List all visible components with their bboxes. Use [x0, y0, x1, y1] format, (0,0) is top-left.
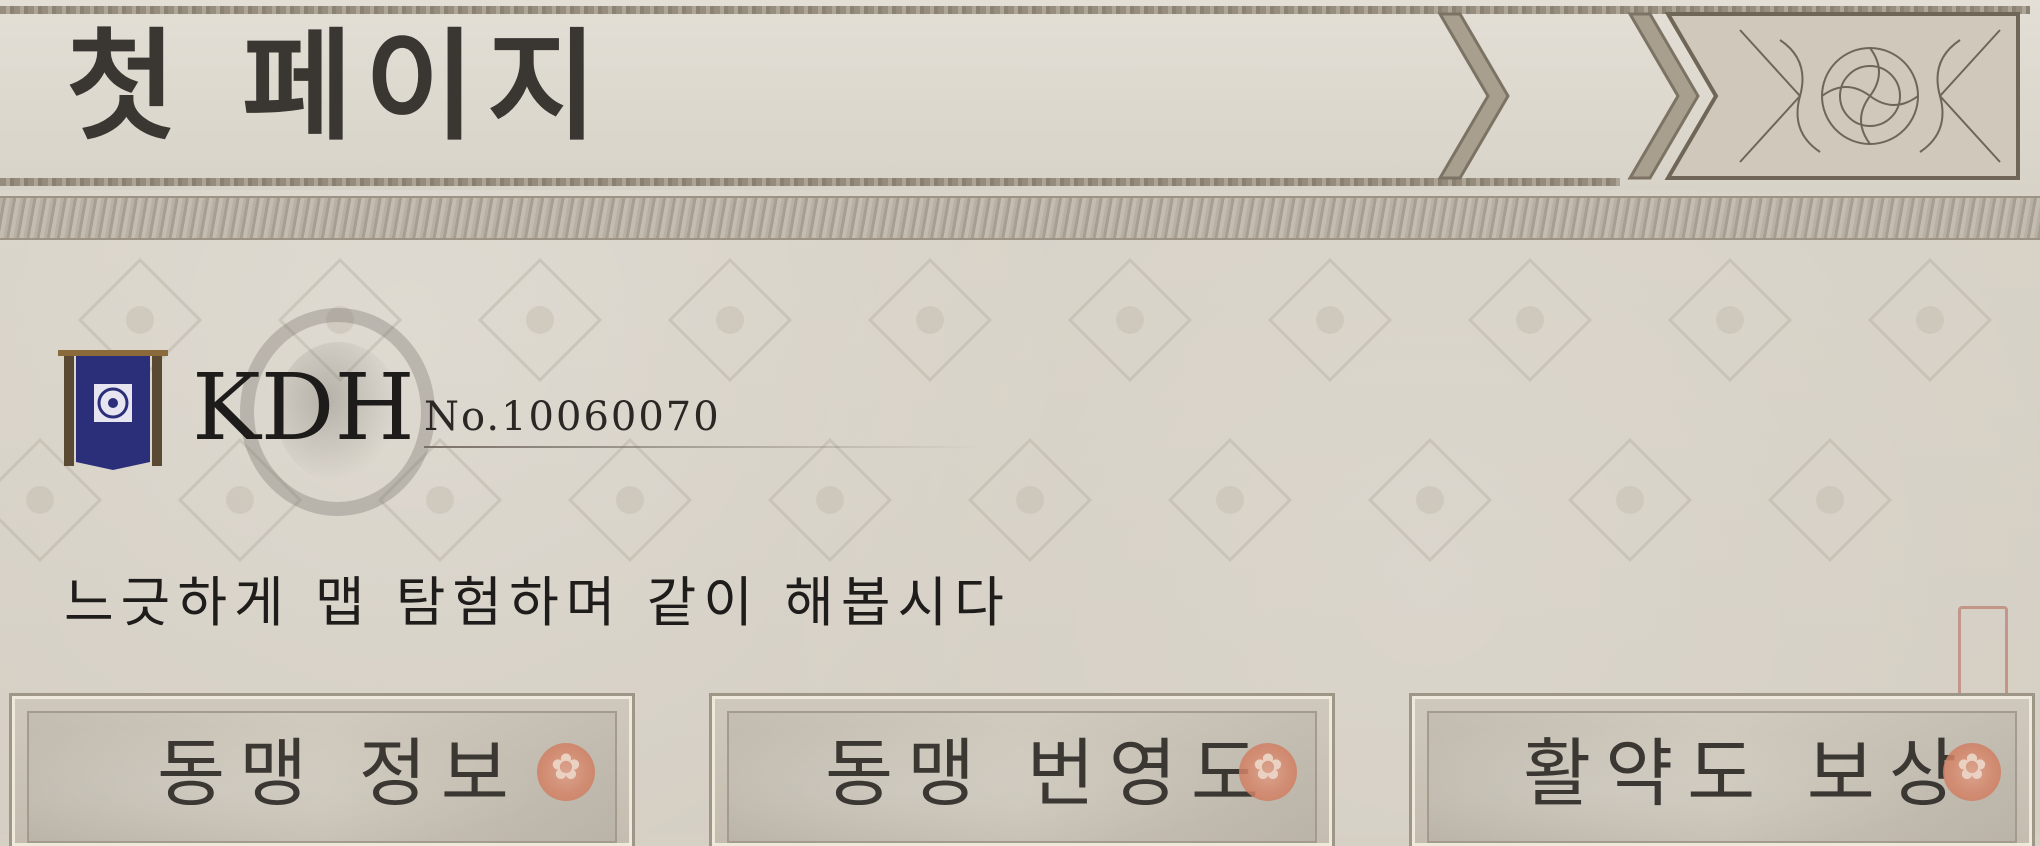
red-seal-icon [537, 743, 595, 801]
alliance-motto: 느긋하게 맵 탐험하며 같이 해봅시다 [64, 571, 1011, 634]
header-ornament [1437, 12, 2020, 180]
player-id: No.10060070 [424, 394, 721, 440]
name-divider [424, 446, 984, 448]
side-stamp-icon [1958, 606, 2008, 702]
tab-label: 동맹 정보 [157, 731, 523, 817]
tab-label: 활약도 보상 [1523, 731, 1971, 817]
player-name: KDH [192, 354, 415, 461]
tab-alliance-prosperity[interactable]: 동맹 번영도 [709, 693, 1335, 846]
red-seal-icon [1239, 743, 1297, 801]
tab-activity-reward[interactable]: 활약도 보상 [1409, 693, 2035, 846]
header-border-bottom [0, 178, 1620, 186]
header-decor-strip [0, 196, 2040, 240]
red-seal-icon [1943, 743, 2001, 801]
tab-label: 동맹 번영도 [825, 731, 1273, 817]
page-header: 첫 페이지 [0, 0, 2040, 190]
alliance-flag-icon[interactable] [58, 350, 168, 475]
tab-alliance-info[interactable]: 동맹 정보 [9, 693, 635, 846]
page-title: 첫 페이지 [66, 18, 610, 157]
